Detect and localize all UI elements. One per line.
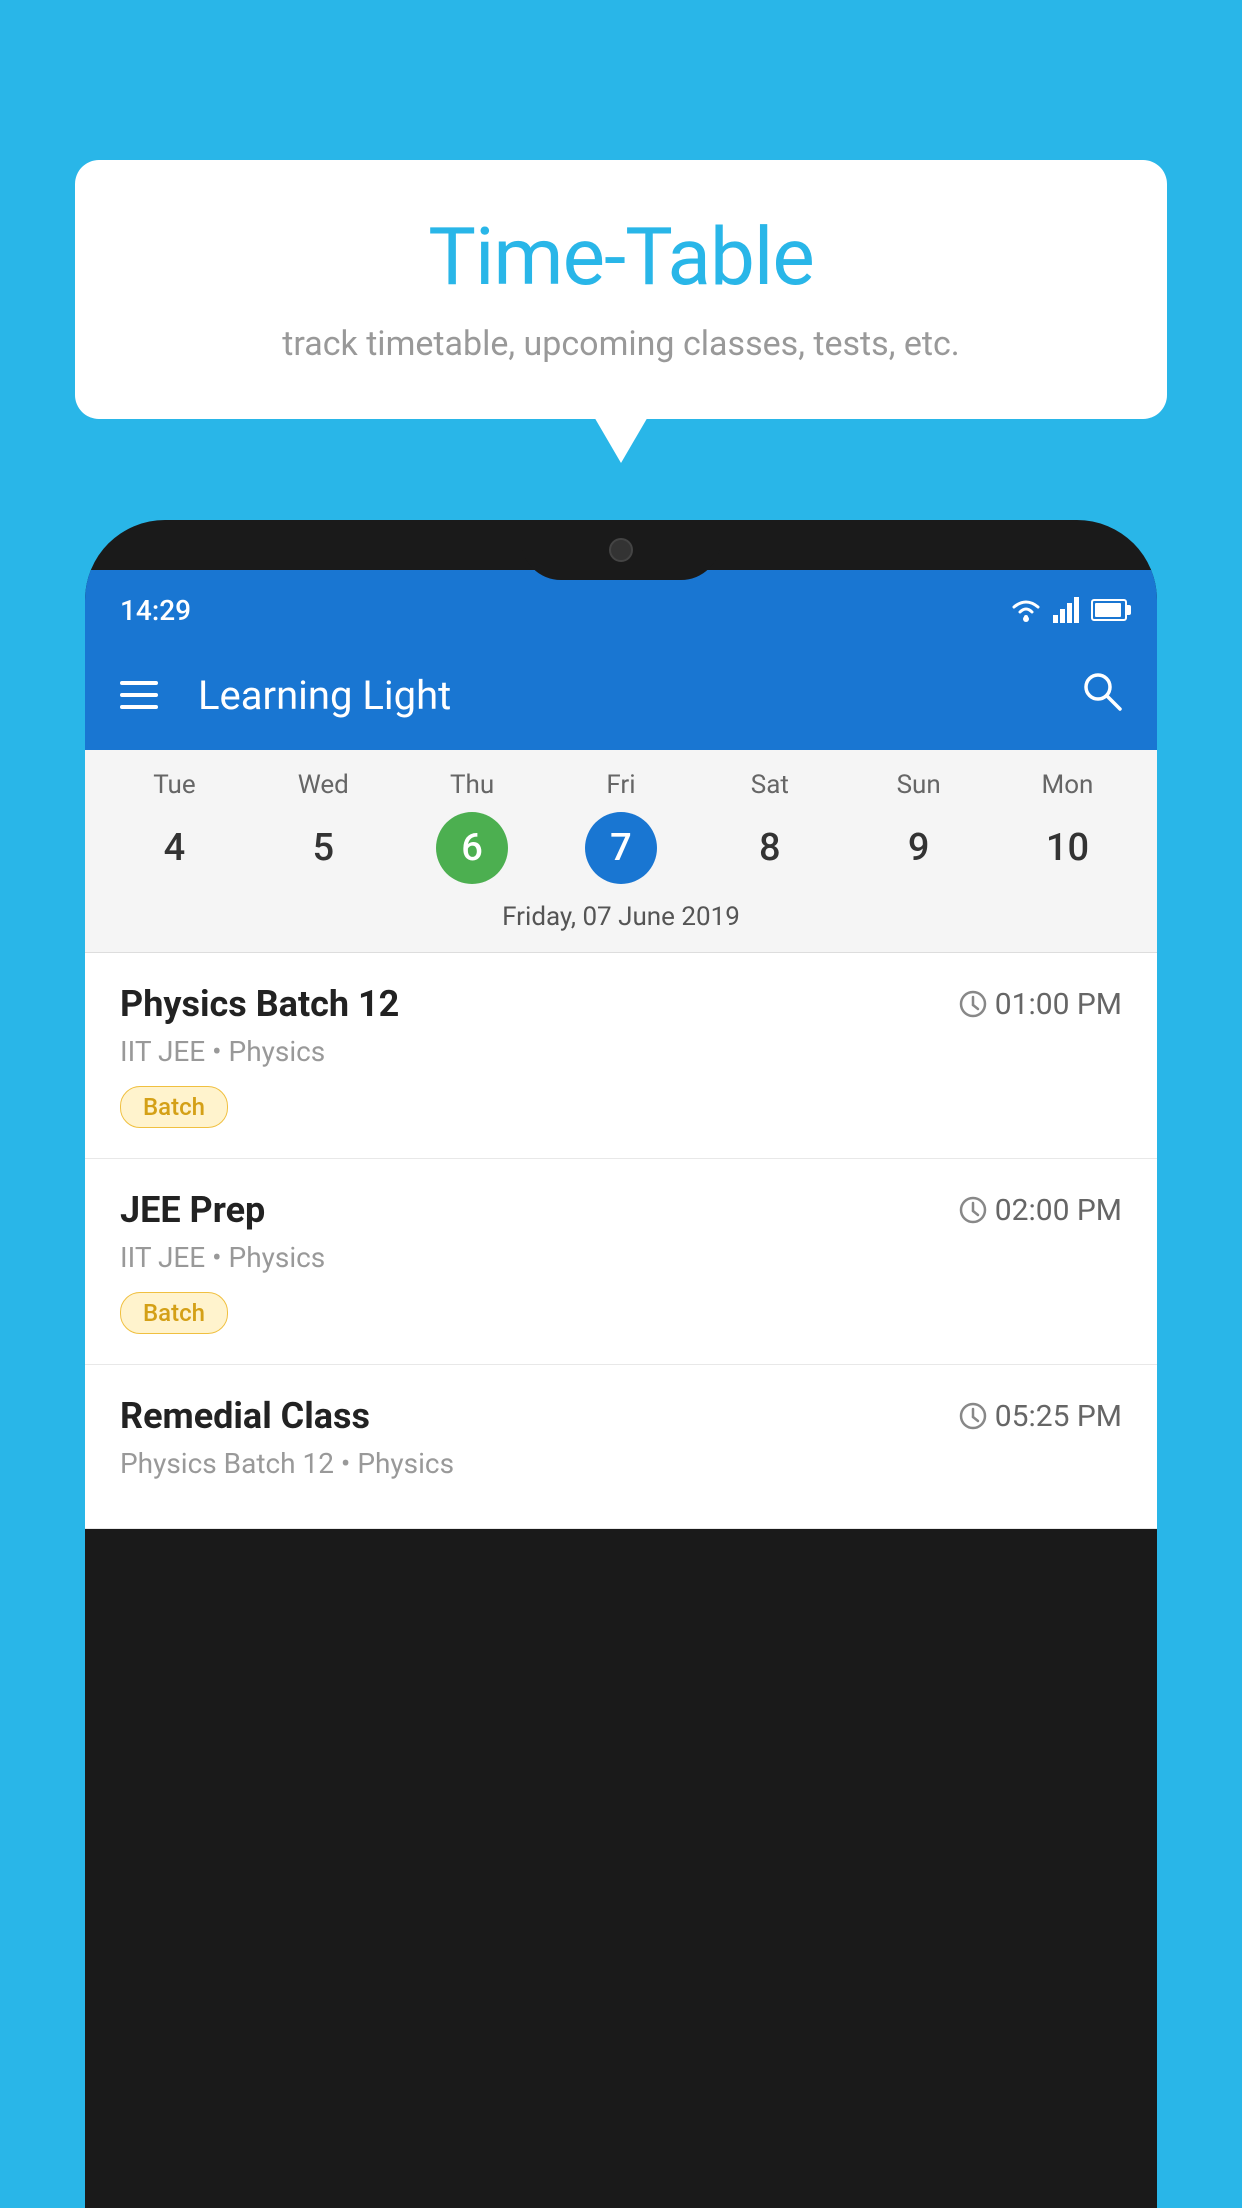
- toolbar-title: Learning Light: [198, 672, 1040, 719]
- phone-screen: 14:29: [85, 520, 1157, 2208]
- speech-bubble-container: Time-Table track timetable, upcoming cla…: [75, 160, 1167, 419]
- speech-bubble: Time-Table track timetable, upcoming cla…: [75, 160, 1167, 419]
- menu-button[interactable]: [120, 681, 158, 709]
- schedule-item-time: 05:25 PM: [959, 1399, 1122, 1434]
- wifi-icon: [1009, 597, 1043, 623]
- calendar-strip: Tue 4 Wed 5 Thu 6 Fri 7 Sat 8 Sun 9 Mon 10 Friday, 07…: [85, 750, 1157, 953]
- schedule-item[interactable]: Physics Batch 12 01:00 PM IIT JEE • Phys…: [85, 953, 1157, 1159]
- day-number: 8: [734, 812, 806, 884]
- day-number: 9: [883, 812, 955, 884]
- day-name: Thu: [450, 770, 494, 800]
- schedule-item-time: 02:00 PM: [959, 1193, 1122, 1228]
- phone-frame: 14:29: [85, 520, 1157, 2208]
- schedule-item-subtitle: IIT JEE • Physics: [120, 1035, 1122, 1068]
- day-item[interactable]: Thu 6: [412, 770, 532, 884]
- schedule-content: Physics Batch 12 01:00 PM IIT JEE • Phys…: [85, 953, 1157, 1529]
- menu-line-2: [120, 693, 158, 697]
- schedule-item-subtitle: IIT JEE • Physics: [120, 1241, 1122, 1274]
- clock-icon: [959, 990, 987, 1018]
- status-bar: 14:29: [85, 570, 1157, 640]
- day-name: Wed: [298, 770, 349, 800]
- day-name: Mon: [1042, 770, 1094, 800]
- day-number: 5: [287, 812, 359, 884]
- battery-icon: [1091, 599, 1127, 621]
- schedule-item-header: JEE Prep 02:00 PM: [120, 1189, 1122, 1231]
- search-button[interactable]: [1080, 669, 1122, 721]
- app-toolbar: Learning Light: [85, 640, 1157, 750]
- schedule-item-time: 01:00 PM: [959, 987, 1122, 1022]
- selected-date: Friday, 07 June 2019: [85, 884, 1157, 953]
- day-item[interactable]: Mon 10: [1007, 770, 1127, 884]
- schedule-item-title: JEE Prep: [120, 1189, 265, 1231]
- day-item[interactable]: Sat 8: [710, 770, 830, 884]
- day-name: Fri: [606, 770, 635, 800]
- day-item[interactable]: Tue 4: [114, 770, 234, 884]
- clock-icon: [959, 1196, 987, 1224]
- bubble-title: Time-Table: [135, 210, 1107, 304]
- status-icons: [1009, 597, 1127, 623]
- status-time: 14:29: [120, 594, 191, 627]
- day-number: 10: [1031, 812, 1103, 884]
- day-item[interactable]: Sun 9: [859, 770, 979, 884]
- schedule-item[interactable]: Remedial Class 05:25 PM Physics Batch 12…: [85, 1365, 1157, 1529]
- signal-icon: [1053, 597, 1081, 623]
- day-name: Tue: [153, 770, 195, 800]
- bubble-subtitle: track timetable, upcoming classes, tests…: [135, 324, 1107, 364]
- batch-badge: Batch: [120, 1292, 228, 1334]
- schedule-item-subtitle: Physics Batch 12 • Physics: [120, 1447, 1122, 1480]
- phone-inner-content: 14:29: [85, 570, 1157, 1529]
- camera: [609, 538, 633, 562]
- day-name: Sun: [897, 770, 941, 800]
- phone-container: 14:29: [85, 520, 1157, 2208]
- day-name: Sat: [751, 770, 789, 800]
- schedule-item-title: Physics Batch 12: [120, 983, 399, 1025]
- day-number: 7: [585, 812, 657, 884]
- batch-badge: Batch: [120, 1086, 228, 1128]
- menu-line-1: [120, 681, 158, 685]
- schedule-item-header: Remedial Class 05:25 PM: [120, 1395, 1122, 1437]
- battery-fill: [1095, 603, 1121, 617]
- schedule-item-title: Remedial Class: [120, 1395, 370, 1437]
- schedule-item-header: Physics Batch 12 01:00 PM: [120, 983, 1122, 1025]
- day-item[interactable]: Fri 7: [561, 770, 681, 884]
- menu-line-3: [120, 705, 158, 709]
- day-number: 4: [138, 812, 210, 884]
- schedule-item[interactable]: JEE Prep 02:00 PM IIT JEE • Physics Batc…: [85, 1159, 1157, 1365]
- clock-icon: [959, 1402, 987, 1430]
- day-number: 6: [436, 812, 508, 884]
- day-item[interactable]: Wed 5: [263, 770, 383, 884]
- phone-notch: [521, 520, 721, 580]
- days-row: Tue 4 Wed 5 Thu 6 Fri 7 Sat 8 Sun 9 Mon 10: [85, 770, 1157, 884]
